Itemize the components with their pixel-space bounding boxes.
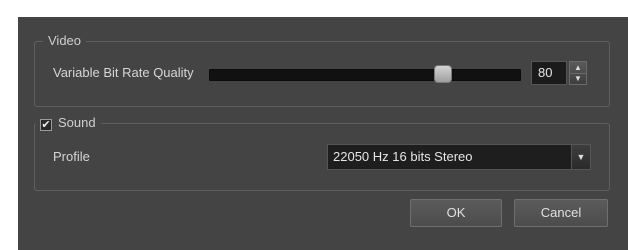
profile-dropdown[interactable]: 22050 Hz 16 bits Stereo ▼ <box>327 144 591 170</box>
triangle-down-icon[interactable]: ▼ <box>571 145 590 169</box>
video-group-title: Video <box>43 33 87 49</box>
cancel-button[interactable]: Cancel <box>514 199 608 227</box>
bitrate-quality-stepper[interactable]: ▲ ▼ <box>569 61 587 85</box>
sound-group: ✔ Sound Profile 22050 Hz 16 bits Stereo ▼ <box>34 115 610 191</box>
ok-button[interactable]: OK <box>410 199 502 227</box>
sound-checkbox[interactable]: ✔ <box>40 119 52 131</box>
export-settings-dialog: Video Variable Bit Rate Quality 80 ▲ ▼ ✔… <box>18 17 628 250</box>
bitrate-quality-label: Variable Bit Rate Quality <box>53 65 194 80</box>
profile-dropdown-value: 22050 Hz 16 bits Stereo <box>333 149 473 164</box>
triangle-down-icon[interactable]: ▼ <box>570 73 586 84</box>
sound-group-header[interactable]: ✔ Sound <box>36 115 101 131</box>
video-group: Video Variable Bit Rate Quality 80 ▲ ▼ <box>34 33 610 107</box>
profile-label: Profile <box>53 149 90 164</box>
bitrate-quality-slider[interactable] <box>209 69 521 81</box>
sound-checkbox-label[interactable]: Sound <box>58 115 96 130</box>
bitrate-quality-slider-handle[interactable] <box>433 65 452 83</box>
bitrate-quality-input[interactable]: 80 <box>531 61 567 85</box>
